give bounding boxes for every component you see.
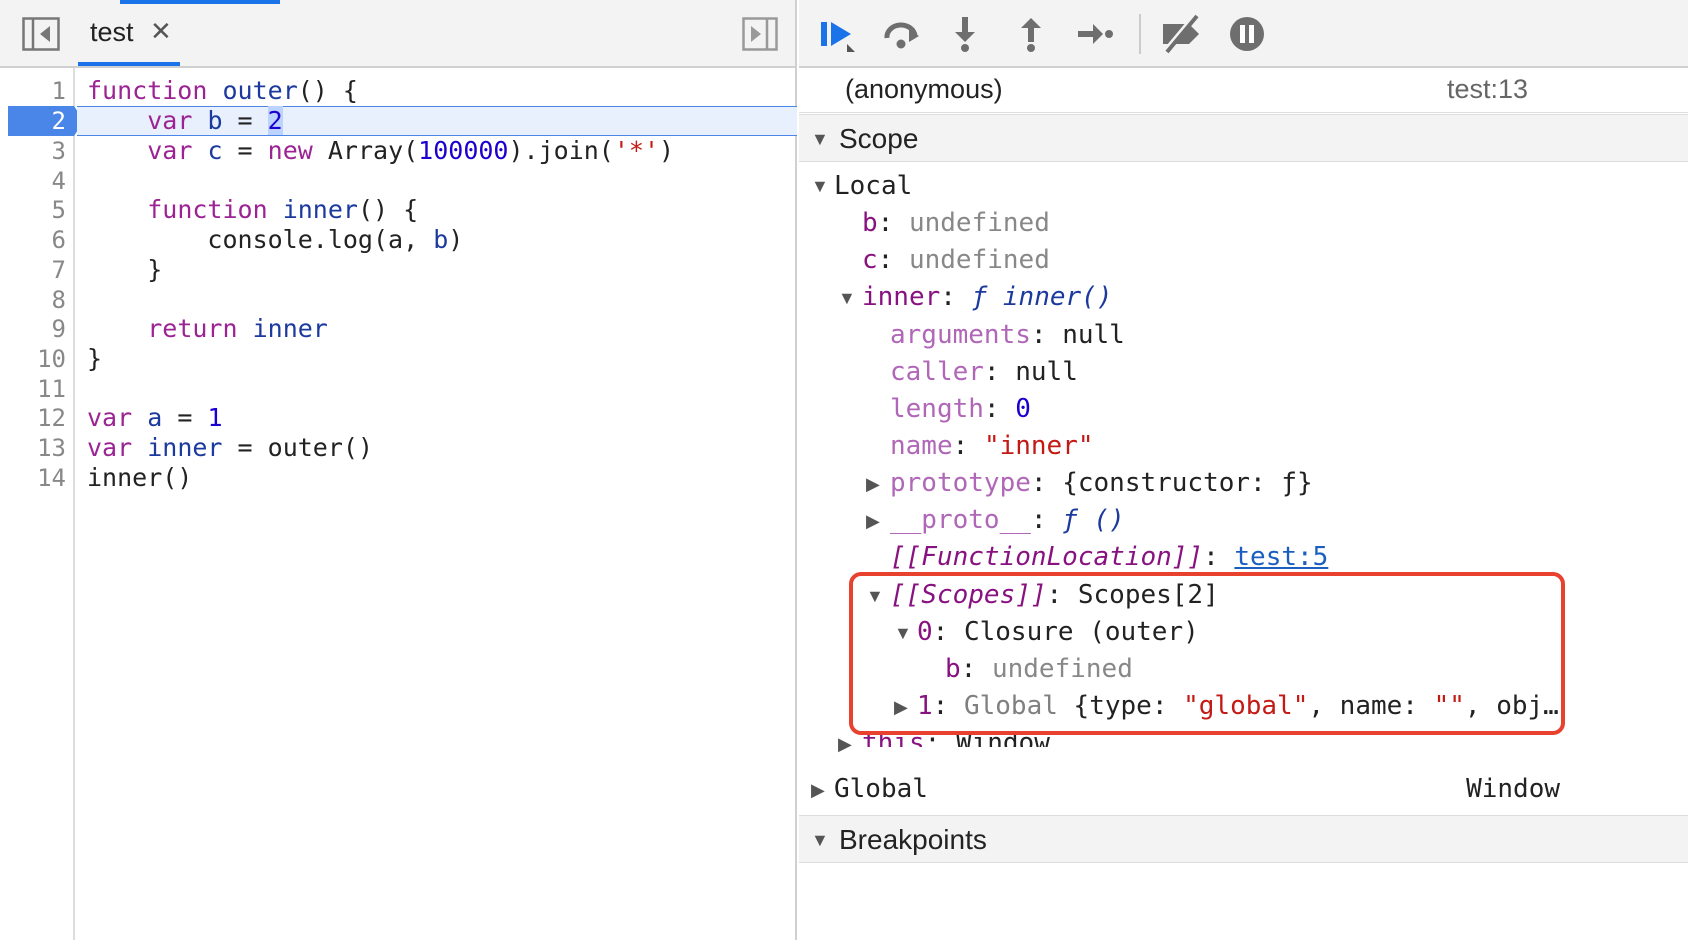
function-location-link[interactable]: test:5 xyxy=(1234,542,1328,572)
line-number[interactable]: 7 xyxy=(0,255,66,285)
frame-name: (anonymous) xyxy=(845,74,1003,104)
collapse-triangle-icon[interactable]: ▶ xyxy=(838,734,852,755)
line-number[interactable]: 14 xyxy=(0,463,66,493)
tree-row-prototype[interactable]: prototype: {constructor: ƒ} xyxy=(890,465,1313,501)
sidebar-right-icon[interactable] xyxy=(742,17,778,51)
deactivate-breakpoints-icon[interactable] xyxy=(1159,14,1205,54)
collapse-triangle-icon[interactable]: ▶ xyxy=(866,474,880,495)
line-number[interactable]: 8 xyxy=(0,285,66,315)
frame-location[interactable]: test:13 xyxy=(1447,74,1528,105)
tree-row-b[interactable]: b: undefined xyxy=(862,205,1050,241)
code-line[interactable]: var a = 1 xyxy=(87,403,787,433)
collapse-triangle-icon[interactable]: ▶ xyxy=(811,780,825,801)
tab-label: test xyxy=(90,17,134,47)
code-line[interactable]: var c = new Array(100000).join('*') xyxy=(87,136,787,166)
expand-triangle-icon[interactable]: ▼ xyxy=(838,288,856,309)
code-line[interactable]: } xyxy=(87,255,787,285)
line-number[interactable]: 10 xyxy=(0,344,66,374)
expand-triangle-icon[interactable]: ▼ xyxy=(811,176,829,197)
step-icon[interactable] xyxy=(1075,14,1115,54)
scope-global-value: Window xyxy=(1466,774,1560,804)
close-icon[interactable]: ✕ xyxy=(150,16,172,47)
line-number[interactable]: 4 xyxy=(0,166,66,196)
section-title: Scope xyxy=(839,123,919,154)
tree-row-arguments[interactable]: arguments: null xyxy=(890,317,1125,353)
step-out-icon[interactable] xyxy=(1011,14,1051,54)
debugger-toolbar xyxy=(799,0,1688,68)
line-number[interactable]: 1 xyxy=(0,76,66,106)
step-into-icon[interactable] xyxy=(945,14,985,54)
expand-triangle-icon[interactable]: ▼ xyxy=(811,129,829,150)
code-line[interactable]: function outer() { xyxy=(87,76,787,106)
line-number[interactable]: 11 xyxy=(0,374,66,404)
line-number[interactable]: 13 xyxy=(0,433,66,463)
code-line[interactable]: var inner = outer() xyxy=(87,433,787,463)
tree-row-c[interactable]: c: undefined xyxy=(862,242,1050,278)
expand-triangle-icon[interactable]: ▼ xyxy=(811,830,829,851)
toolbar-separator xyxy=(1139,14,1141,54)
tree-row-inner[interactable]: inner: ƒ inner() xyxy=(862,279,1112,315)
code-line[interactable]: inner() xyxy=(87,463,787,493)
pause-on-exceptions-icon[interactable] xyxy=(1227,14,1267,54)
tree-row-function-location[interactable]: [[FunctionLocation]]: test:5 xyxy=(890,539,1328,575)
code-line[interactable]: console.log(a, b) xyxy=(87,225,787,255)
editor-tabbar: test ✕ xyxy=(0,0,795,68)
code-line[interactable]: return inner xyxy=(87,314,787,344)
code-line[interactable]: var b = 2 xyxy=(87,106,787,136)
collapse-triangle-icon[interactable]: ▶ xyxy=(866,511,880,532)
resume-icon[interactable] xyxy=(817,14,857,54)
line-number[interactable]: 12 xyxy=(0,403,66,433)
line-number[interactable]: 6 xyxy=(0,225,66,255)
tab-test[interactable]: test ✕ xyxy=(78,0,180,66)
scope-section-header[interactable]: ▼ Scope xyxy=(799,114,1688,162)
line-number-active[interactable]: 2 xyxy=(0,106,66,136)
step-over-icon[interactable] xyxy=(881,14,921,54)
tree-row-name[interactable]: name: "inner" xyxy=(890,428,1094,464)
line-number[interactable]: 3 xyxy=(0,136,66,166)
highlight-annotation-box xyxy=(849,572,1565,735)
code-line[interactable]: function inner() { xyxy=(87,195,787,225)
section-title: Breakpoints xyxy=(839,824,987,855)
line-number[interactable]: 5 xyxy=(0,195,66,225)
editor-pane: test ✕ 1 2 3 4 5 6 7 8 9 10 11 12 13 14 … xyxy=(0,0,797,940)
sidebar-toggle-icon[interactable] xyxy=(22,17,60,51)
code-line[interactable]: } xyxy=(87,344,787,374)
line-number[interactable]: 9 xyxy=(0,314,66,344)
scope-global[interactable]: Global xyxy=(834,771,928,807)
tree-row-length[interactable]: length: 0 xyxy=(890,391,1031,427)
scope-local[interactable]: Local xyxy=(834,168,912,204)
call-frame-row[interactable]: (anonymous) test:13 xyxy=(799,68,1688,113)
breakpoints-section-header[interactable]: ▼ Breakpoints xyxy=(799,815,1688,863)
debugger-pane: (anonymous) test:13 ▼ Scope ▼ Local b: u… xyxy=(799,0,1688,940)
tree-row-proto[interactable]: __proto__: ƒ () xyxy=(890,502,1125,538)
tree-row-caller[interactable]: caller: null xyxy=(890,354,1078,390)
